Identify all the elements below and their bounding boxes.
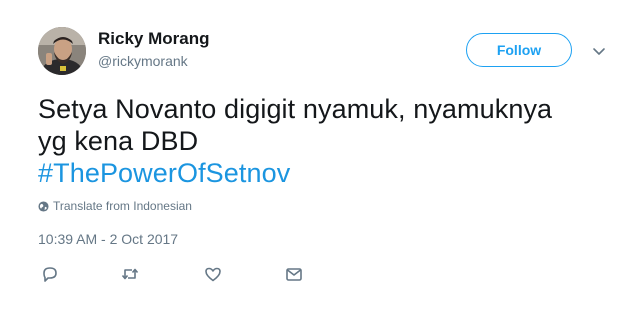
reply-icon [43, 267, 57, 282]
author-handle[interactable]: @rickymorank [98, 53, 188, 69]
avatar[interactable] [38, 27, 86, 75]
translate-label[interactable]: Translate from Indonesian [53, 199, 192, 213]
retweet-icon [121, 268, 139, 280]
direct-message-button[interactable] [284, 264, 304, 284]
tweet-text: Setya Novanto digigit nyamuk, nyamuknya … [38, 93, 598, 189]
globe-icon [38, 200, 49, 212]
tweet-text-line: Setya Novanto digigit nyamuk, nyamuknya [38, 94, 553, 124]
hashtag-link[interactable]: #ThePowerOfSetnov [38, 158, 290, 188]
tweet-card: Ricky Morang @rickymorank Follow Setya N… [0, 0, 640, 311]
retweet-button[interactable] [120, 264, 140, 284]
tweet-timestamp[interactable]: 10:39 AM - 2 Oct 2017 [38, 231, 178, 247]
envelope-icon [286, 268, 302, 281]
chevron-down-icon[interactable] [592, 44, 606, 55]
heart-icon [205, 267, 221, 282]
reply-button[interactable] [40, 264, 60, 284]
author-name[interactable]: Ricky Morang [98, 29, 209, 49]
translate-link[interactable]: Translate from Indonesian [38, 199, 192, 213]
follow-button[interactable]: Follow [466, 33, 572, 67]
like-button[interactable] [203, 264, 223, 284]
tweet-text-line: yg kena DBD [38, 126, 199, 156]
